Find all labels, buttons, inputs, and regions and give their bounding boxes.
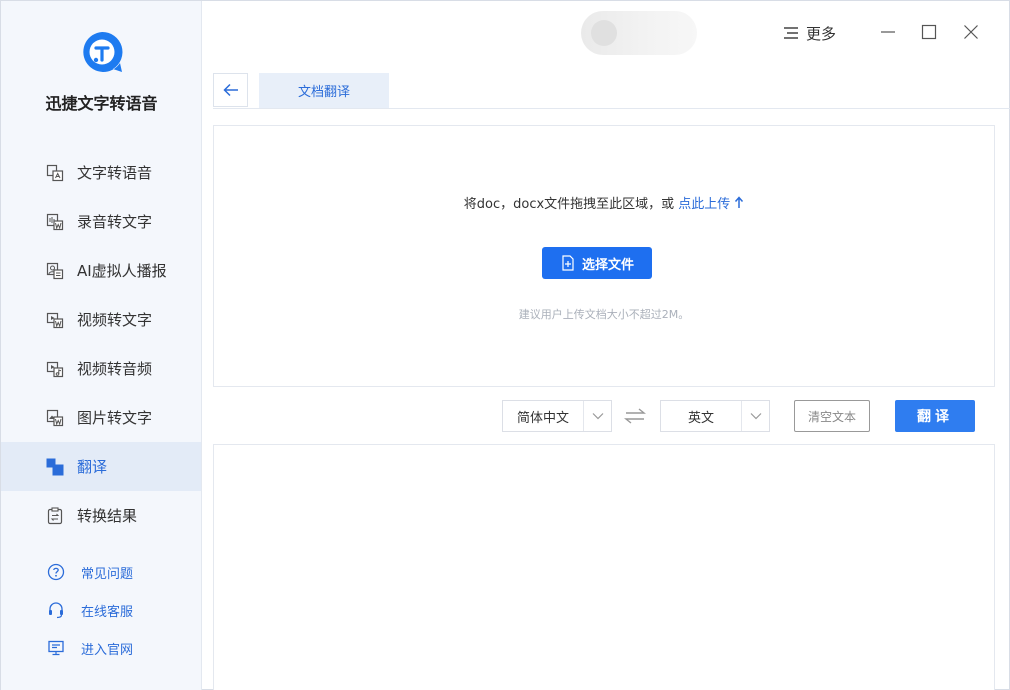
video-to-audio-icon <box>46 360 64 378</box>
sidebar-item-label: 视频转文字 <box>77 311 153 329</box>
app-name: 迅捷文字转语音 <box>45 94 158 113</box>
upload-link[interactable]: 点此上传 <box>678 196 744 212</box>
sidebar-item-label: 录音转文字 <box>77 213 153 231</box>
sidebar: 迅捷文字转语音 文字转语音 录音转文字 AI虚拟人播报 视频转文字 视频转音频 … <box>1 1 202 690</box>
arrow-left-icon <box>222 83 238 97</box>
video-to-text-icon <box>46 311 64 329</box>
maximize-icon[interactable] <box>918 21 940 43</box>
choose-file-label: 选择文件 <box>581 257 634 273</box>
user-avatar-blurred[interactable] <box>581 11 697 55</box>
results-icon <box>46 506 64 525</box>
close-icon[interactable] <box>960 21 982 43</box>
image-to-text-icon <box>46 409 64 427</box>
monitor-icon <box>47 639 65 657</box>
sidebar-item-label: 翻译 <box>77 458 108 476</box>
sidebar-item-video-to-audio[interactable]: 视频转音频 <box>1 344 201 393</box>
source-language-value: 简体中文 <box>516 410 569 426</box>
headset-icon <box>47 601 65 619</box>
sidebar-item-text-to-speech[interactable]: 文字转语音 <box>1 148 201 197</box>
app-window: 迅捷文字转语音 文字转语音 录音转文字 AI虚拟人播报 视频转文字 视频转音频 … <box>0 0 1010 690</box>
tab-document-translate[interactable]: 文档翻译 <box>259 73 389 108</box>
target-language-value: 英文 <box>687 410 714 426</box>
sidebar-links: 常见问题 在线客服 进入官网 <box>1 553 201 667</box>
link-label: 在线客服 <box>81 604 134 620</box>
sidebar-item-label: 文字转语音 <box>77 164 153 182</box>
choose-file-button[interactable]: 选择文件 <box>542 247 652 279</box>
link-website[interactable]: 进入官网 <box>1 629 201 667</box>
chevron-down-icon <box>741 401 769 431</box>
text-to-speech-icon <box>46 164 64 182</box>
menu-icon <box>784 27 798 39</box>
more-label: 更多 <box>806 24 837 43</box>
sidebar-item-label: 转换结果 <box>77 507 138 525</box>
sidebar-item-results[interactable]: 转换结果 <box>1 491 201 540</box>
tab-divider <box>213 108 1010 109</box>
target-language-select[interactable]: 英文 <box>660 400 770 432</box>
source-language-select[interactable]: 简体中文 <box>502 400 612 432</box>
sidebar-item-label: 视频转音频 <box>77 360 153 378</box>
ai-avatar-icon <box>46 262 64 280</box>
translate-icon <box>46 458 64 476</box>
file-add-icon <box>562 255 574 271</box>
arrow-up-icon <box>735 196 744 208</box>
upload-hint-text: 将doc，docx文件拖拽至此区域，或 <box>463 197 675 212</box>
translation-result-area[interactable] <box>213 444 995 690</box>
upload-dropzone[interactable]: 将doc，docx文件拖拽至此区域，或 点此上传 选择文件 建议用户上传文档大小不… <box>213 125 995 387</box>
sidebar-item-audio-to-text[interactable]: 录音转文字 <box>1 197 201 246</box>
sidebar-item-image-to-text[interactable]: 图片转文字 <box>1 393 201 442</box>
upload-size-note: 建议用户上传文档大小不超过2M。 <box>518 308 690 321</box>
sidebar-item-translate[interactable]: 翻译 <box>1 442 201 491</box>
sidebar-nav: 文字转语音 录音转文字 AI虚拟人播报 视频转文字 视频转音频 图片转文字 翻译… <box>1 148 201 540</box>
sidebar-item-ai-avatar[interactable]: AI虚拟人播报 <box>1 246 201 295</box>
back-button[interactable] <box>213 73 248 107</box>
more-menu-button[interactable]: 更多 <box>783 23 836 43</box>
app-logo-icon <box>83 31 123 72</box>
audio-to-text-icon <box>46 213 64 231</box>
chevron-down-icon <box>583 401 611 431</box>
clear-text-button[interactable]: 清空文本 <box>794 400 870 432</box>
upload-link-label: 点此上传 <box>678 197 731 212</box>
link-label: 常见问题 <box>81 566 134 582</box>
minimize-icon[interactable] <box>877 21 899 43</box>
sidebar-item-label: AI虚拟人播报 <box>77 262 167 280</box>
link-label: 进入官网 <box>81 642 134 658</box>
help-icon <box>47 563 65 581</box>
swap-languages-icon[interactable] <box>624 405 646 427</box>
link-online-service[interactable]: 在线客服 <box>1 591 201 629</box>
upload-hint: 将doc，docx文件拖拽至此区域，或 点此上传 <box>214 193 994 212</box>
sidebar-item-label: 图片转文字 <box>77 409 153 427</box>
link-faq[interactable]: 常见问题 <box>1 553 201 591</box>
translate-button[interactable]: 翻译 <box>895 400 975 432</box>
sidebar-item-video-to-text[interactable]: 视频转文字 <box>1 295 201 344</box>
